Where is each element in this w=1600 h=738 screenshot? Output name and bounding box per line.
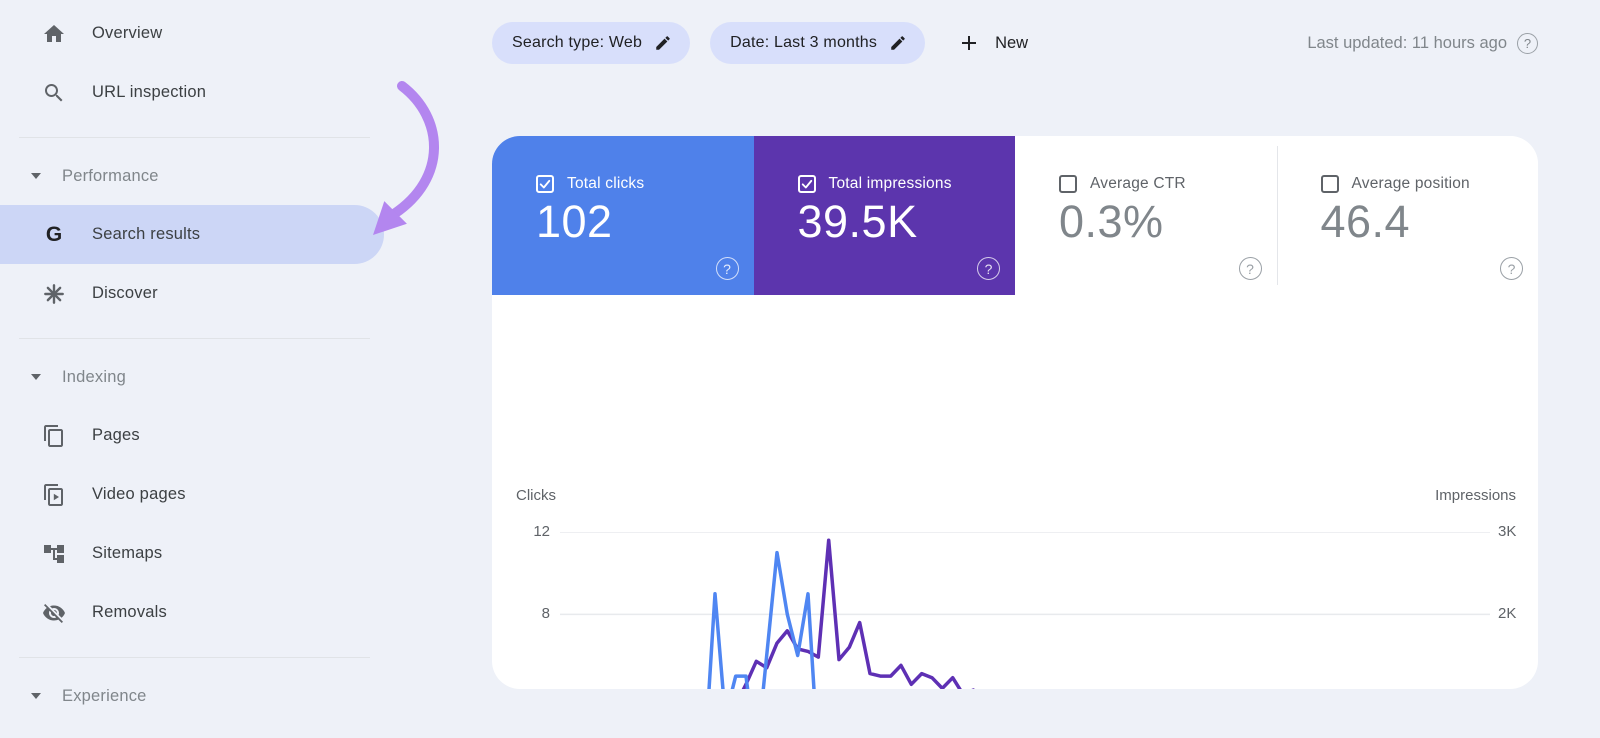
performance-chart: Clicks Impressions 0481201K2K3K1/30/242/…: [492, 295, 1538, 689]
sidebar-section-label: Performance: [62, 166, 159, 185]
metric-card-average-position[interactable]: Average position 46.4?: [1276, 136, 1538, 295]
clicks-axis-tick: 8: [541, 605, 550, 623]
search-type-chip[interactable]: Search type: Web: [492, 22, 691, 64]
search-type-chip-label: Search type: Web: [512, 34, 643, 51]
google-g-icon: G: [45, 222, 63, 246]
sidebar-section-label: Experience: [62, 686, 147, 705]
left-axis-title: Clicks: [516, 487, 556, 504]
metric-checkbox-row: Average position: [1320, 175, 1470, 193]
sidebar-item-label: Discover: [92, 284, 158, 302]
sidebar: Overview URL inspection Performance G Search…: [0, 0, 440, 738]
toolbar: Search type: Web Date: Last 3 months New…: [492, 21, 1538, 65]
metric-card-average-ctr[interactable]: Average CTR 0.3%?: [1015, 136, 1277, 295]
sidebar-item-label: Pages: [92, 426, 140, 444]
sidebar-item-label: Overview: [92, 24, 163, 42]
help-icon[interactable]: ?: [1517, 32, 1538, 54]
edit-pencil-icon: [891, 36, 905, 50]
sidebar-divider: [19, 657, 370, 658]
impressions-axis-tick: 3K: [1498, 523, 1517, 540]
sidebar-item-label: Removals: [92, 603, 167, 621]
sidebar-section-indexing[interactable]: Indexing: [0, 354, 384, 400]
sidebar-divider: [19, 137, 370, 138]
metric-cards-row: Total clicks 102? Total impressions 39.5K? A…: [492, 136, 1538, 295]
help-icon[interactable]: ?: [1500, 257, 1523, 280]
sidebar-item-video-pages[interactable]: Video pages: [0, 465, 384, 524]
chevron-down-icon: [31, 374, 41, 380]
metric-value: 102: [536, 196, 613, 247]
metric-card-total-impressions[interactable]: Total impressions 39.5K?: [753, 136, 1015, 295]
sidebar-item-url-inspection[interactable]: URL inspection: [0, 63, 384, 122]
metric-label: Total impressions: [828, 175, 952, 192]
metric-value: 0.3%: [1059, 196, 1164, 247]
help-icon[interactable]: ?: [1238, 257, 1262, 280]
last-updated: Last updated: 11 hours ago ?: [1307, 32, 1538, 54]
pages-icon: [42, 424, 66, 448]
sidebar-item-label: URL inspection: [92, 83, 207, 101]
metric-label: Total clicks: [567, 175, 645, 192]
metric-value: 46.4: [1320, 196, 1411, 247]
clicks-axis-tick: 12: [533, 523, 550, 540]
metric-label: Average position: [1351, 175, 1470, 192]
sidebar-item-search-results[interactable]: G Search results: [0, 205, 384, 264]
sidebar-item-overview[interactable]: Overview: [0, 4, 384, 63]
impressions-axis-tick: 1K: [1498, 688, 1516, 689]
sidebar-section-performance[interactable]: Performance: [0, 153, 384, 199]
metric-value: 39.5K: [797, 196, 918, 247]
line-total-clicks: [707, 550, 816, 689]
sidebar-item-label: Sitemaps: [92, 544, 163, 562]
sidebar-item-removals[interactable]: Removals: [0, 583, 384, 642]
date-range-chip-label: Date: Last 3 months: [730, 34, 878, 51]
new-filter-button[interactable]: New: [957, 31, 1028, 55]
help-icon[interactable]: ?: [977, 257, 1000, 280]
sidebar-divider: [19, 338, 370, 339]
last-updated-text: Last updated: 11 hours ago: [1307, 33, 1507, 52]
plus-icon: [962, 36, 977, 50]
edit-pencil-icon: [656, 36, 670, 50]
impressions-axis-tick: 2K: [1498, 605, 1517, 623]
chevron-down-icon: [31, 693, 41, 699]
sidebar-item-label: Video pages: [92, 485, 186, 503]
checked-checkbox-icon[interactable]: [536, 175, 554, 193]
video-pages-icon: [42, 483, 66, 507]
home-icon: [42, 22, 66, 46]
sidebar-item-discover[interactable]: Discover: [0, 264, 384, 323]
sidebar-item-pages[interactable]: Pages: [0, 406, 384, 465]
chart-plot: [560, 532, 1490, 689]
sidebar-item-label: Search results: [92, 225, 201, 243]
clicks-axis-tick: 4: [492, 688, 550, 689]
right-axis-title: Impressions: [1435, 487, 1516, 504]
removals-icon: [42, 601, 66, 625]
help-icon[interactable]: ?: [715, 257, 739, 280]
unchecked-checkbox-icon[interactable]: [1320, 175, 1339, 193]
metric-card-total-clicks[interactable]: Total clicks 102?: [492, 136, 754, 295]
date-range-chip[interactable]: Date: Last 3 months: [710, 22, 926, 64]
sitemaps-icon: [42, 542, 66, 566]
sidebar-section-label: Indexing: [62, 367, 126, 386]
checked-checkbox-icon[interactable]: [797, 175, 816, 193]
metric-label: Average CTR: [1090, 175, 1186, 192]
metric-checkbox-row: Total impressions: [797, 175, 952, 193]
unchecked-checkbox-icon[interactable]: [1059, 175, 1077, 193]
card-divider: [1276, 146, 1278, 285]
new-filter-label: New: [995, 33, 1029, 52]
sidebar-section-experience[interactable]: Experience: [0, 673, 384, 719]
metric-checkbox-row: Average CTR: [1059, 175, 1186, 193]
chevron-down-icon: [31, 173, 41, 179]
sidebar-item-sitemaps[interactable]: Sitemaps: [0, 524, 384, 583]
performance-report-card: Total clicks 102? Total impressions 39.5K? A…: [492, 136, 1538, 689]
metric-checkbox-row: Total clicks: [536, 175, 644, 193]
search-icon: [42, 81, 66, 105]
asterisk-icon: [42, 282, 66, 306]
